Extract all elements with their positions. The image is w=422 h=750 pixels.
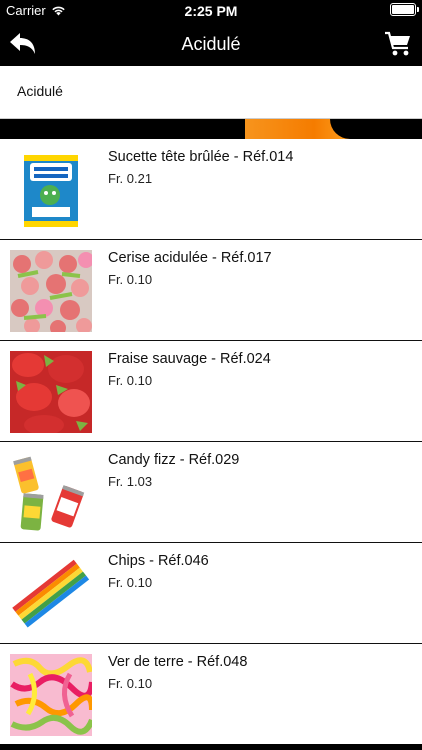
page-title: Acidulé (181, 34, 241, 54)
product-row[interactable]: Fraise sauvage - Réf.024 Fr. 0.10 (0, 341, 422, 442)
strawberry-image (10, 351, 92, 433)
product-row[interactable]: Sucette tête brûlée - Réf.014 Fr. 0.21 (0, 139, 422, 240)
product-price: Fr. 1.03 (108, 474, 153, 489)
product-row[interactable]: Chips - Réf.046 Fr. 0.10 (0, 543, 422, 644)
product-title: Ver de terre - Réf.048 (108, 654, 248, 670)
product-price: Fr. 0.10 (108, 373, 153, 388)
product-title: Sucette tête brûlée - Réf.014 (108, 149, 294, 165)
cart-icon[interactable] (384, 30, 412, 58)
cans-image (10, 452, 92, 534)
product-price: Fr. 0.10 (108, 676, 153, 691)
category-header: Acidulé (0, 66, 422, 119)
worms-image (10, 654, 92, 736)
product-title: Candy fizz - Réf.029 (108, 452, 240, 468)
promo-banner[interactable] (0, 119, 422, 139)
rainbow-strip-image (10, 553, 92, 635)
product-price: Fr. 0.10 (108, 272, 153, 287)
clock: 2:25 PM (184, 3, 238, 19)
bottom-edge (0, 744, 422, 750)
product-title: Chips - Réf.046 (108, 553, 209, 569)
status-bar: Carrier 2:25 PM (0, 0, 422, 22)
product-row[interactable]: Cerise acidulée - Réf.017 Fr. 0.10 (0, 240, 422, 341)
box-product-image (24, 155, 78, 227)
product-price: Fr. 0.21 (108, 171, 153, 186)
product-title: Cerise acidulée - Réf.017 (108, 250, 272, 266)
product-row[interactable]: Ver de terre - Réf.048 Fr. 0.10 (0, 644, 422, 745)
sour-cherry-image (10, 250, 92, 332)
battery-icon (390, 3, 419, 16)
category-title: Acidulé (17, 83, 63, 99)
navigation-bar: Acidulé (0, 22, 422, 66)
product-price: Fr. 0.10 (108, 575, 153, 590)
product-title: Fraise sauvage - Réf.024 (108, 351, 271, 367)
product-list: Sucette tête brûlée - Réf.014 Fr. 0.21 C… (0, 139, 422, 745)
product-row[interactable]: Candy fizz - Réf.029 Fr. 1.03 (0, 442, 422, 543)
